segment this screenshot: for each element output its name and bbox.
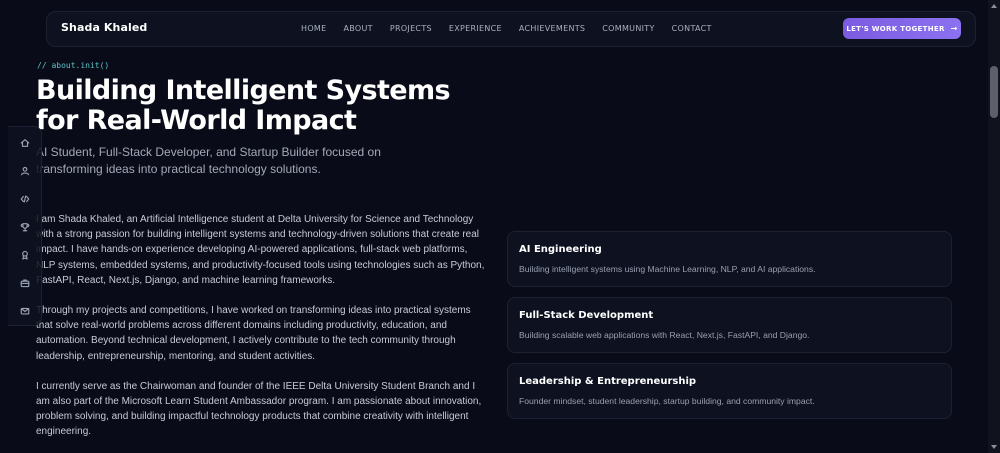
scroll-up-icon[interactable] (991, 4, 997, 8)
home-icon[interactable] (19, 137, 31, 149)
bio-paragraph-1: I am Shada Khaled, an Artificial Intelli… (36, 214, 485, 286)
award-icon[interactable] (19, 249, 31, 261)
nav-achievements-link[interactable]: ACHIEVEMENTS (519, 24, 585, 33)
card-leadership-entrepreneurship: Leadership & Entrepreneurship Founder mi… (507, 363, 952, 419)
code-icon[interactable] (19, 193, 31, 205)
bio-paragraph-2: Through my projects and competitions, I … (36, 305, 471, 362)
nav-projects-link[interactable]: PROJECTS (390, 24, 432, 33)
nav-community-link[interactable]: COMMUNITY (602, 24, 654, 33)
card-full-stack-development: Full-Stack Development Building scalable… (507, 297, 952, 353)
nav-links: HOME ABOUT PROJECTS EXPERIENCE ACHIEVEME… (301, 24, 729, 33)
card-ai-engineering: AI Engineering Building intelligent syst… (507, 231, 952, 287)
nav-about-link[interactable]: ABOUT (343, 24, 372, 33)
hero-title: Building Intelligent Systems for Real-Wo… (36, 76, 476, 136)
bio-paragraph-3: I currently serve as the Chairwoman and … (36, 380, 482, 438)
scroll-down-icon[interactable] (991, 445, 997, 449)
page-scrollbar[interactable] (988, 0, 1000, 453)
card-description: Founder mindset, student leadership, sta… (519, 396, 815, 406)
nav-contact-link[interactable]: CONTACT (672, 24, 712, 33)
hero-title-line2: for Real-World Impact (36, 105, 357, 136)
code-tag: // about.init() (37, 61, 110, 70)
work-together-button[interactable]: LET'S WORK TOGETHER → (843, 18, 961, 39)
card-title: Full-Stack Development (519, 310, 654, 321)
arrow-right-icon: → (950, 24, 958, 33)
card-title: AI Engineering (519, 244, 602, 255)
side-icon-rail (8, 126, 42, 326)
hero-subtitle: AI Student, Full-Stack Developer, and St… (36, 145, 381, 176)
brand-logo[interactable]: Shada Khaled (61, 21, 147, 34)
top-navbar: Shada Khaled HOME ABOUT PROJECTS EXPERIE… (46, 11, 976, 47)
card-title: Leadership & Entrepreneurship (519, 376, 697, 387)
card-description: Building intelligent systems using Machi… (519, 264, 816, 274)
nav-experience-link[interactable]: EXPERIENCE (449, 24, 502, 33)
user-icon[interactable] (19, 165, 31, 177)
scroll-thumb[interactable] (990, 66, 998, 118)
trophy-icon[interactable] (19, 221, 31, 233)
hero-title-line1: Building Intelligent Systems (36, 75, 451, 106)
nav-home-link[interactable]: HOME (301, 24, 326, 33)
card-description: Building scalable web applications with … (519, 330, 810, 340)
about-bio: I am Shada Khaled, an Artificial Intelli… (36, 212, 486, 453)
mail-icon[interactable] (19, 305, 31, 317)
work-together-label: LET'S WORK TOGETHER (846, 24, 945, 33)
briefcase-icon[interactable] (19, 277, 31, 289)
